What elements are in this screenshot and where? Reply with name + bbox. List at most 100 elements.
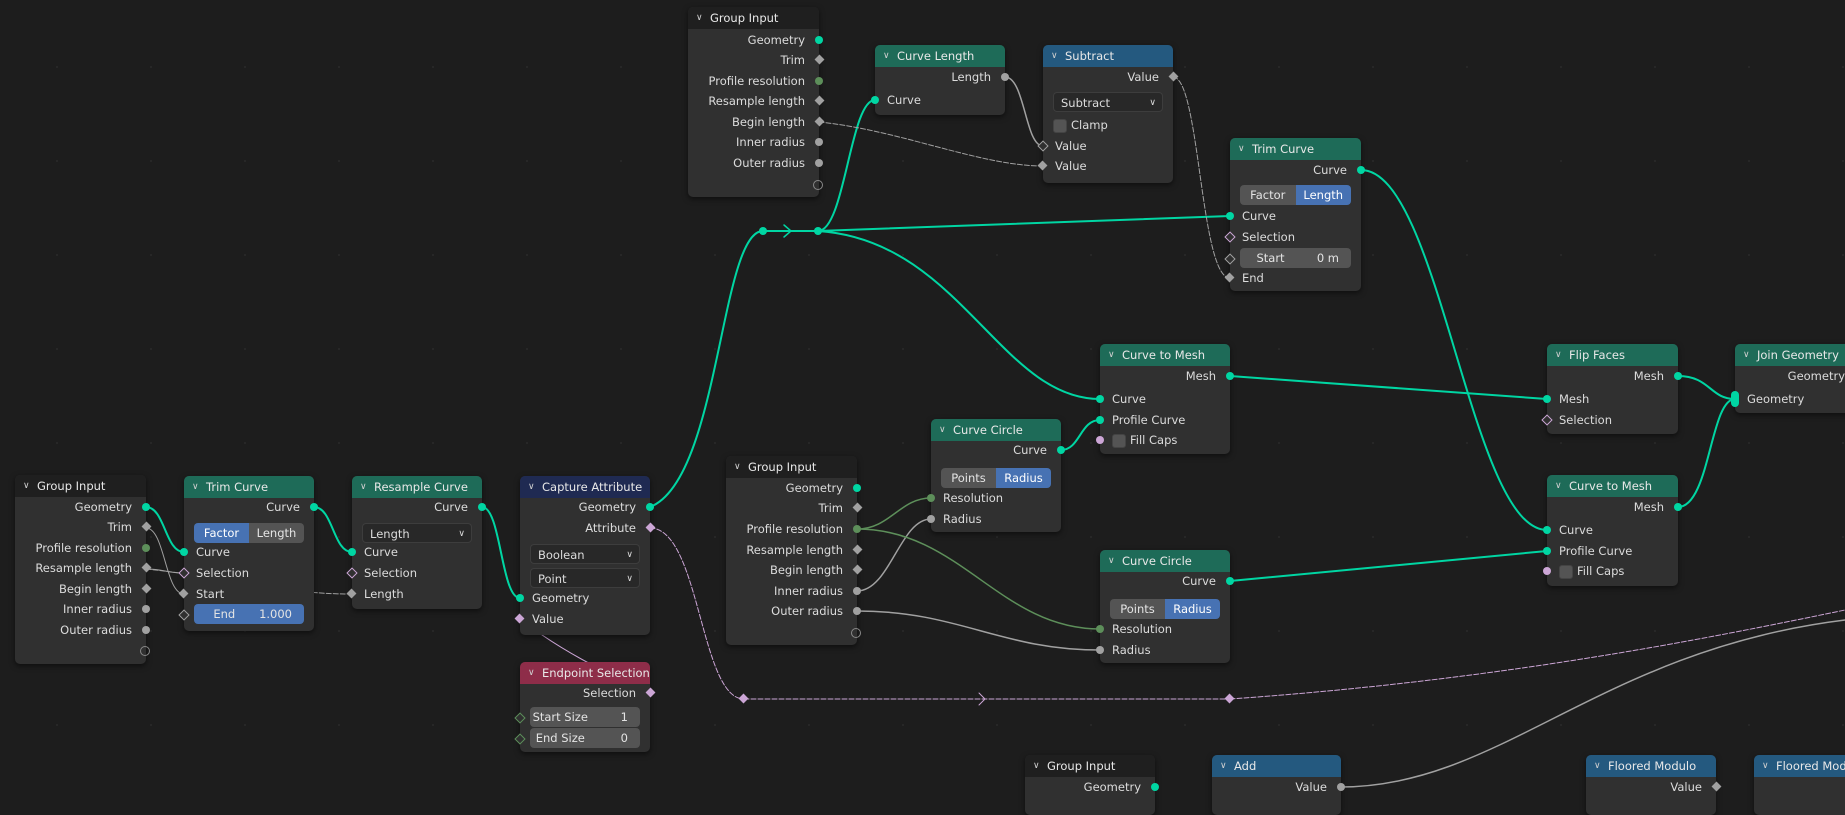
node-resample-curve[interactable]: ∨ Resample Curve Curve Length ∨ Curve Sele… [346,476,486,609]
geometry-socket-icon[interactable] [1357,166,1365,174]
float-socket-icon[interactable] [814,54,825,65]
chevron-down-icon[interactable]: ∨ [1108,344,1115,366]
bool-socket-icon[interactable] [645,687,656,698]
geometry-socket-icon[interactable] [1226,212,1234,220]
float-socket-icon[interactable] [1001,73,1009,81]
node-flip-faces[interactable]: ∨ Flip Faces Mesh Mesh Selection [1541,344,1682,434]
node-endpoint-selection[interactable]: ∨ Endpoint Selection Selection Start Size… [514,662,656,752]
node-floored-modulo-1[interactable]: ∨ Floored Modulo Value [1586,755,1722,815]
reroute-point[interactable] [814,227,822,235]
float-socket-icon[interactable] [852,502,863,513]
chevron-down-icon[interactable]: ∨ [883,45,890,67]
bool-socket-icon[interactable] [1541,414,1553,426]
mode-factor[interactable]: Factor [194,523,249,543]
float-socket-icon[interactable] [142,626,150,634]
chevron-down-icon[interactable]: ∨ [1555,344,1562,366]
mode-toggle[interactable]: Points Radius [1110,599,1220,619]
mode-radius[interactable]: Radius [996,468,1051,488]
float-socket-icon[interactable] [1096,646,1104,654]
fill-caps-checkbox[interactable]: Fill Caps [1543,561,1678,581]
operation-dropdown[interactable]: Subtract ∨ [1053,92,1163,112]
node-header[interactable]: ∨ Curve Circle [1100,550,1230,572]
node-curve-to-mesh-1[interactable]: ∨ Curve to Mesh Mesh Curve Profile Curve … [1096,344,1234,454]
geometry-socket-icon[interactable] [815,36,823,44]
geometry-socket-icon[interactable] [310,503,318,511]
node-add[interactable]: ∨ Add Value [1212,755,1345,815]
chevron-down-icon[interactable]: ∨ [1108,550,1115,572]
mode-toggle[interactable]: Points Radius [941,468,1051,488]
clamp-checkbox[interactable]: Clamp [1043,115,1173,135]
chevron-down-icon[interactable]: ∨ [1238,138,1245,160]
empty-socket-icon[interactable] [851,628,861,638]
int-socket-icon[interactable] [142,544,150,552]
bool-socket-icon[interactable] [346,567,358,579]
chevron-down-icon[interactable]: ∨ [939,419,946,441]
int-socket-icon[interactable] [853,525,861,533]
geometry-socket-icon[interactable] [516,594,524,602]
node-header[interactable]: ∨ Curve to Mesh [1547,475,1678,497]
mode-points[interactable]: Points [1110,599,1165,619]
node-capture-attribute[interactable]: ∨ Capture Attribute Geometry Attribute Bo… [514,476,656,635]
node-header[interactable]: ∨ Floored Modulo [1586,755,1716,777]
node-header[interactable]: ∨ Floored Modulo [1754,755,1845,777]
node-curve-length[interactable]: ∨ Curve Length Length Curve [871,45,1009,115]
float-socket-icon[interactable] [141,583,152,594]
fill-caps-checkbox[interactable]: Fill Caps [1096,430,1230,450]
node-header[interactable]: ∨ Flip Faces [1547,344,1678,366]
node-header[interactable]: ∨ Add [1212,755,1341,777]
float-socket-icon[interactable] [1224,272,1235,283]
data-type-dropdown[interactable]: Boolean ∨ [530,544,640,564]
multi-input-socket-icon[interactable] [1731,391,1739,407]
float-socket-icon[interactable] [815,138,823,146]
int-socket-icon[interactable] [514,712,526,724]
node-trim-curve-2[interactable]: ∨ Trim Curve Curve Factor Length Curve Sel… [1224,138,1365,291]
node-header[interactable]: ∨ Resample Curve [352,476,482,498]
chevron-down-icon[interactable]: ∨ [1051,45,1058,67]
bool-socket-icon[interactable] [1224,231,1236,243]
geometry-socket-icon[interactable] [1151,783,1159,791]
chevron-down-icon[interactable]: ∨ [360,476,367,498]
float-socket-icon[interactable] [853,587,861,595]
chevron-down-icon[interactable]: ∨ [192,476,199,498]
float-socket-icon[interactable] [815,159,823,167]
int-socket-icon[interactable] [514,733,526,745]
float-socket-icon[interactable] [927,515,935,523]
float-socket-icon[interactable] [1337,783,1345,791]
chevron-down-icon[interactable]: ∨ [1033,755,1040,777]
geometry-socket-icon[interactable] [1543,395,1551,403]
geometry-socket-icon[interactable] [1674,372,1682,380]
mode-toggle[interactable]: Factor Length [1240,185,1351,205]
bool-socket-icon[interactable] [1543,567,1551,575]
mode-dropdown[interactable]: Length ∨ [362,523,472,543]
domain-dropdown[interactable]: Point ∨ [530,568,640,588]
chevron-down-icon[interactable]: ∨ [528,662,535,684]
checkbox-icon[interactable] [1559,564,1573,579]
bool-socket-icon[interactable] [514,613,525,624]
float-socket-icon[interactable] [1168,71,1179,82]
geometry-socket-icon[interactable] [1226,577,1234,585]
float-socket-icon[interactable] [852,564,863,575]
float-socket-icon[interactable] [142,605,150,613]
int-socket-icon[interactable] [815,77,823,85]
node-header[interactable]: ∨ Group Input [688,7,819,29]
float-socket-icon[interactable] [1711,781,1722,792]
float-socket-icon[interactable] [141,562,152,573]
float-socket-icon[interactable] [346,588,357,599]
node-group-input-left[interactable]: ∨ Group Input Geometry Trim Profile resol… [15,475,152,664]
geometry-socket-icon[interactable] [853,484,861,492]
geometry-socket-icon[interactable] [142,503,150,511]
bool-socket-icon[interactable] [645,522,656,533]
node-header[interactable]: ∨ Capture Attribute [520,476,650,498]
mode-points[interactable]: Points [941,468,996,488]
float-socket-icon[interactable] [178,588,189,599]
mode-radius[interactable]: Radius [1165,599,1220,619]
chevron-down-icon[interactable]: ∨ [1594,755,1601,777]
empty-socket-icon[interactable] [140,646,150,656]
chevron-down-icon[interactable]: ∨ [1762,755,1769,777]
chevron-down-icon[interactable]: ∨ [1743,344,1750,366]
float-socket-icon[interactable] [814,95,825,106]
geometry-socket-icon[interactable] [1674,503,1682,511]
node-curve-circle-2[interactable]: ∨ Curve Circle Curve Points Radius Resolut… [1096,550,1234,663]
float-socket-icon[interactable] [178,609,190,621]
chevron-down-icon[interactable]: ∨ [734,456,741,478]
